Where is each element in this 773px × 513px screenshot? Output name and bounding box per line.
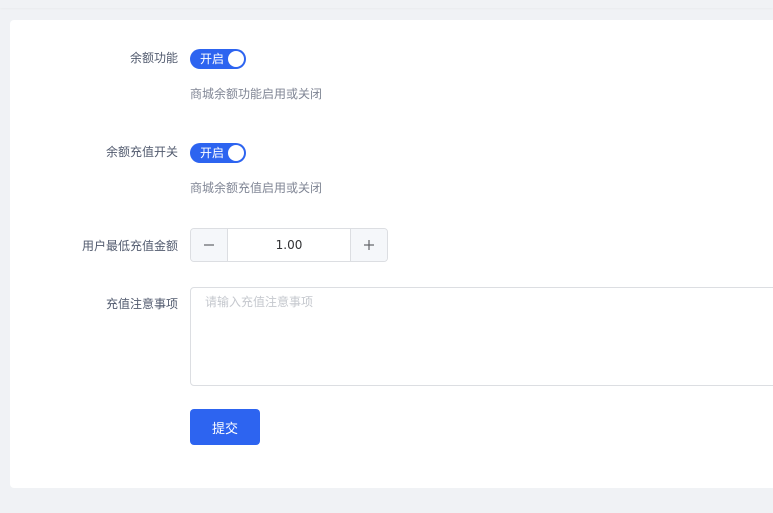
switch-knob [228,145,244,161]
min-recharge-input[interactable] [228,229,350,261]
top-bar [0,0,773,8]
balance-feature-switch[interactable]: 开启 [190,49,246,69]
form-card: 余额功能 开启 商城余额功能启用或关闭 余额充值开关 开启 商城余额充值启用或关… [10,20,773,488]
min-recharge-label: 用户最低充值金额 [81,239,178,253]
balance-recharge-label: 余额充值开关 [105,145,178,159]
recharge-notes-label: 充值注意事项 [105,297,178,311]
balance-feature-label: 余额功能 [129,51,178,65]
increase-button[interactable] [350,229,387,261]
switch-knob [228,51,244,67]
recharge-notes-textarea[interactable] [190,287,773,386]
min-recharge-stepper [190,228,388,262]
balance-feature-help: 商城余额功能启用或关闭 [190,87,323,101]
switch-text: 开启 [200,146,225,160]
plus-icon [364,240,374,250]
submit-button[interactable]: 提交 [190,409,260,445]
switch-text: 开启 [200,52,225,66]
balance-recharge-help: 商城余额充值启用或关闭 [190,181,323,195]
balance-recharge-switch[interactable]: 开启 [190,143,246,163]
minus-icon [204,244,214,246]
decrease-button[interactable] [191,229,228,261]
